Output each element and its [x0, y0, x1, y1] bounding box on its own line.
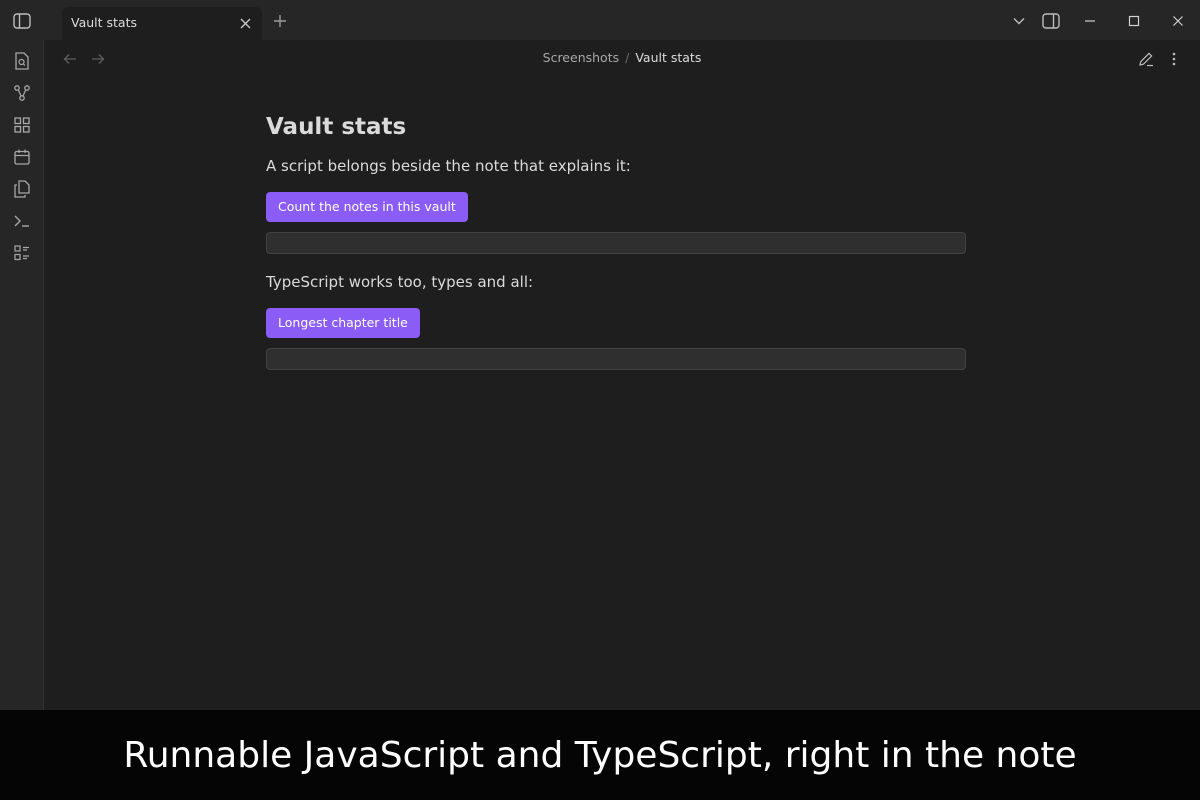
breadcrumb-separator: / — [625, 50, 630, 65]
caption-text: Runnable JavaScript and TypeScript, righ… — [123, 734, 1077, 776]
tab-vault-stats[interactable]: Vault stats — [62, 7, 262, 40]
grid-icon[interactable] — [12, 115, 32, 135]
note-content: Vault stats A script belongs beside the … — [266, 112, 966, 370]
left-ribbon — [0, 40, 44, 710]
script-output-box — [266, 232, 966, 254]
file-search-icon[interactable] — [12, 51, 32, 71]
close-icon[interactable] — [236, 14, 254, 32]
chevron-down-icon[interactable] — [1008, 10, 1030, 32]
breadcrumb: Screenshots / Vault stats — [44, 50, 1200, 65]
note-title: Vault stats — [266, 114, 407, 140]
breadcrumb-parent[interactable]: Screenshots — [543, 50, 619, 65]
edit-pencil-icon[interactable] — [1136, 49, 1156, 69]
paragraph-typescript: TypeScript works too, types and all: — [266, 273, 534, 291]
longest-chapter-title-button[interactable]: Longest chapter title — [266, 308, 420, 338]
caption-banner: Runnable JavaScript and TypeScript, righ… — [0, 710, 1200, 800]
breadcrumb-current[interactable]: Vault stats — [635, 50, 701, 65]
right-sidebar-toggle-icon[interactable] — [1040, 10, 1062, 32]
more-options-icon[interactable] — [1164, 49, 1184, 69]
count-notes-button[interactable]: Count the notes in this vault — [266, 192, 468, 222]
paragraph-intro: A script belongs beside the note that ex… — [266, 157, 631, 175]
plus-icon[interactable] — [270, 11, 290, 31]
tab-label: Vault stats — [71, 15, 137, 30]
window-close-icon[interactable] — [1167, 10, 1189, 32]
script-output-box — [266, 348, 966, 370]
sidebar-toggle-icon[interactable] — [8, 8, 36, 34]
checklist-icon[interactable] — [12, 243, 32, 263]
graph-icon[interactable] — [12, 83, 32, 103]
maximize-icon[interactable] — [1123, 10, 1145, 32]
terminal-icon[interactable] — [12, 211, 32, 231]
calendar-icon[interactable] — [12, 147, 32, 167]
title-bar: Vault stats — [0, 0, 1200, 40]
copy-files-icon[interactable] — [12, 179, 32, 199]
minimize-icon[interactable] — [1079, 10, 1101, 32]
